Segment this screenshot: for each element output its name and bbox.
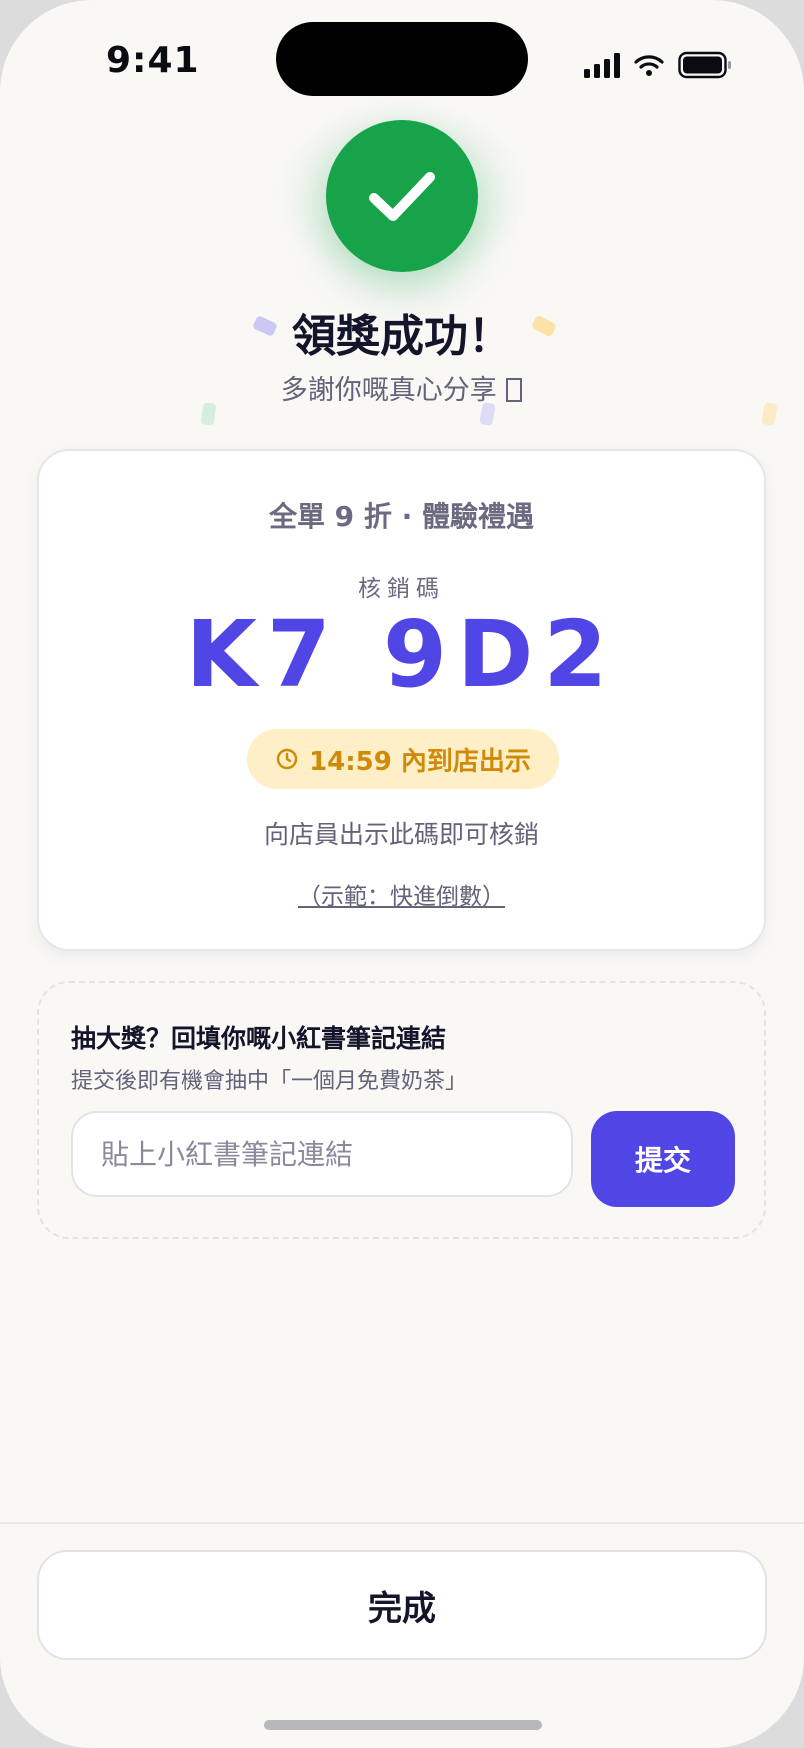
voucher-card: 全單 9 折 · 體驗禮遇 核銷碼 K7 9D2 14:59 內到店出示 向店員… — [37, 449, 766, 951]
lucky-draw-section: 抽大獎？回填你嘅小紅書筆記連結 提交後即有機會抽中「一個月免費奶茶」 提交 — [37, 981, 766, 1239]
countdown-badge: 14:59 內到店出示 — [247, 729, 559, 789]
status-icons — [584, 50, 732, 80]
done-button[interactable]: 完成 — [37, 1550, 767, 1660]
note-link-input[interactable] — [71, 1111, 573, 1197]
code-label: 核銷碼 — [358, 576, 445, 602]
home-indicator[interactable] — [264, 1720, 542, 1730]
phone-screen: 9:41 領獎成功！ 多謝你嘅真心分享 全單 9 折 · 體驗禮遇 核銷碼 K7… — [0, 0, 804, 1748]
countdown-text: 14:59 內到店出示 — [309, 746, 531, 777]
clock-icon — [276, 748, 298, 770]
wifi-icon — [634, 55, 664, 76]
lucky-draw-description: 提交後即有機會抽中「一個月免費奶茶」 — [71, 1069, 468, 1094]
redemption-code: K7 9D2 — [185, 601, 618, 708]
battery-icon — [678, 51, 731, 79]
success-badge — [326, 120, 478, 272]
submit-button[interactable]: 提交 — [591, 1111, 735, 1207]
emoji-glyph-icon — [506, 378, 523, 402]
cellular-signal-icon — [584, 52, 620, 78]
lucky-draw-title: 抽大獎？回填你嘅小紅書筆記連結 — [71, 1024, 447, 1053]
page-title: 領獎成功！ — [292, 311, 512, 362]
status-time: 9:41 — [106, 40, 200, 81]
page-subtitle: 多謝你嘅真心分享 — [0, 368, 804, 407]
bottom-action-bar: 完成 — [0, 1522, 804, 1748]
checkmark-icon — [369, 172, 435, 221]
redeem-instruction: 向店員出示此碼即可核銷 — [263, 820, 539, 849]
offer-name: 全單 9 折 · 體驗禮遇 — [268, 500, 535, 533]
demo-fast-forward-link[interactable]: （示範：快進倒數） — [298, 884, 505, 910]
subtitle-text: 多謝你嘅真心分享 — [280, 375, 506, 406]
dynamic-island — [276, 22, 528, 96]
demo-fast-forward-wrapper: （示範：快進倒數） — [39, 877, 764, 911]
